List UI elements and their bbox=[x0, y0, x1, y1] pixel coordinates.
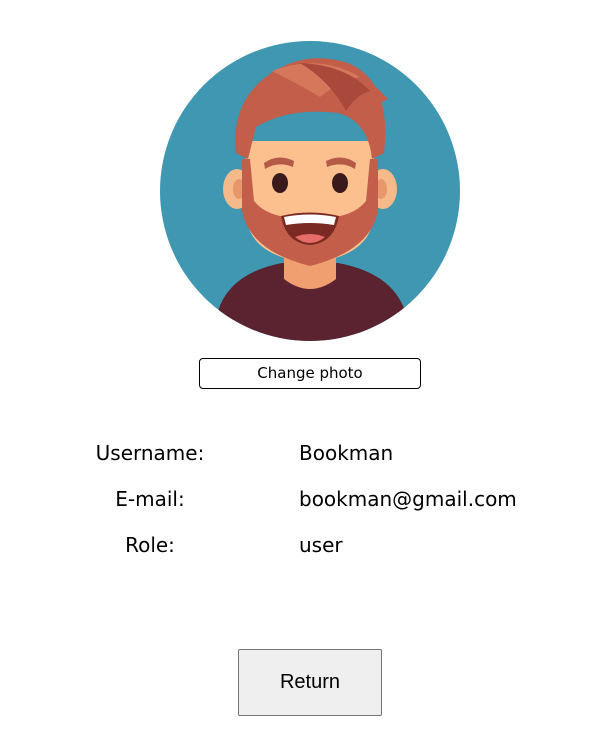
username-value: Bookman bbox=[299, 441, 394, 465]
return-button[interactable]: Return bbox=[238, 649, 382, 716]
role-row: Role: user bbox=[0, 529, 603, 575]
email-value: bookman@gmail.com bbox=[299, 487, 517, 511]
change-photo-button[interactable]: Change photo bbox=[199, 358, 421, 389]
username-label: Username: bbox=[95, 441, 205, 465]
profile-info: Username: Bookman E-mail: bookman@gmail.… bbox=[0, 437, 603, 575]
username-row: Username: Bookman bbox=[0, 437, 603, 483]
role-label: Role: bbox=[125, 533, 175, 557]
email-row: E-mail: bookman@gmail.com bbox=[0, 483, 603, 529]
role-value: user bbox=[299, 533, 343, 557]
profile-avatar bbox=[160, 41, 460, 341]
email-label: E-mail: bbox=[115, 487, 185, 511]
avatar-image bbox=[160, 41, 460, 341]
